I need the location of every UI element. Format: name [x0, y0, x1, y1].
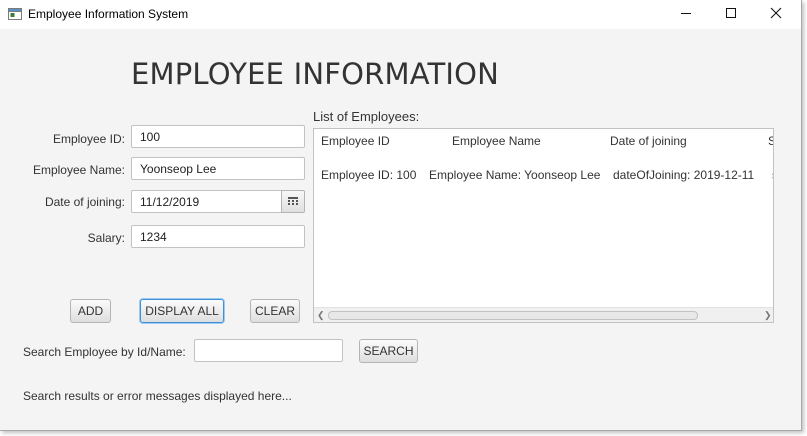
employee-id-field[interactable]: 100: [131, 125, 305, 148]
java-app-icon: [8, 7, 22, 21]
scroll-left-icon[interactable]: ❮: [317, 310, 325, 321]
table-cell-id: Employee ID: 100: [321, 168, 417, 182]
search-button[interactable]: SEARCH: [359, 339, 418, 363]
column-header-employee-id[interactable]: Employee ID: [321, 134, 390, 148]
title-bar[interactable]: Employee Information System: [0, 0, 801, 29]
scrollbar-thumb[interactable]: [328, 311, 698, 320]
column-header-salary[interactable]: S: [768, 134, 773, 148]
employee-id-label: Employee ID:: [52, 132, 125, 146]
close-icon: [770, 7, 782, 22]
status-message: Search results or error messages display…: [23, 389, 292, 403]
close-button[interactable]: [753, 0, 798, 29]
maximize-icon: [725, 7, 737, 22]
minimize-icon: [680, 7, 692, 22]
column-header-date-of-joining[interactable]: Date of joining: [610, 134, 687, 148]
maximize-button[interactable]: [708, 0, 753, 29]
date-picker-button[interactable]: [281, 190, 305, 213]
search-label: Search Employee by Id/Name:: [23, 345, 186, 359]
table-cell-salary: s: [772, 168, 773, 182]
minimize-button[interactable]: [663, 0, 708, 29]
horizontal-scrollbar[interactable]: ❮ ❯: [314, 307, 773, 322]
scroll-right-icon[interactable]: ❯: [764, 310, 772, 321]
salary-label: Salary:: [87, 231, 125, 245]
table-cell-name: Employee Name: Yoonseop Lee: [429, 168, 601, 182]
table-cell-date: dateOfJoining: 2019-12-11: [613, 168, 755, 182]
add-button[interactable]: ADD: [70, 299, 111, 323]
salary-field[interactable]: 1234: [131, 225, 305, 248]
clear-button[interactable]: CLEAR: [250, 299, 300, 323]
application-window: Employee Information System EMPLOYEE INF…: [0, 0, 802, 431]
window-title: Employee Information System: [28, 7, 189, 21]
search-input[interactable]: [194, 339, 343, 362]
calendar-icon: [288, 195, 298, 209]
date-of-joining-label: Date of joining:: [44, 195, 125, 209]
employee-name-field[interactable]: Yoonseop Lee: [131, 157, 305, 180]
column-header-employee-name[interactable]: Employee Name: [452, 134, 541, 148]
display-all-button[interactable]: DISPLAY ALL: [140, 299, 224, 323]
employee-list-label: List of Employees:: [313, 109, 420, 124]
main-content: EMPLOYEE INFORMATION Employee ID: 100 Em…: [0, 29, 801, 430]
date-of-joining-field[interactable]: 11/12/2019: [131, 190, 282, 213]
page-title: EMPLOYEE INFORMATION: [131, 57, 500, 91]
employee-name-label: Employee Name:: [32, 163, 125, 177]
employee-table[interactable]: Employee ID Employee Name Date of joinin…: [313, 128, 774, 323]
